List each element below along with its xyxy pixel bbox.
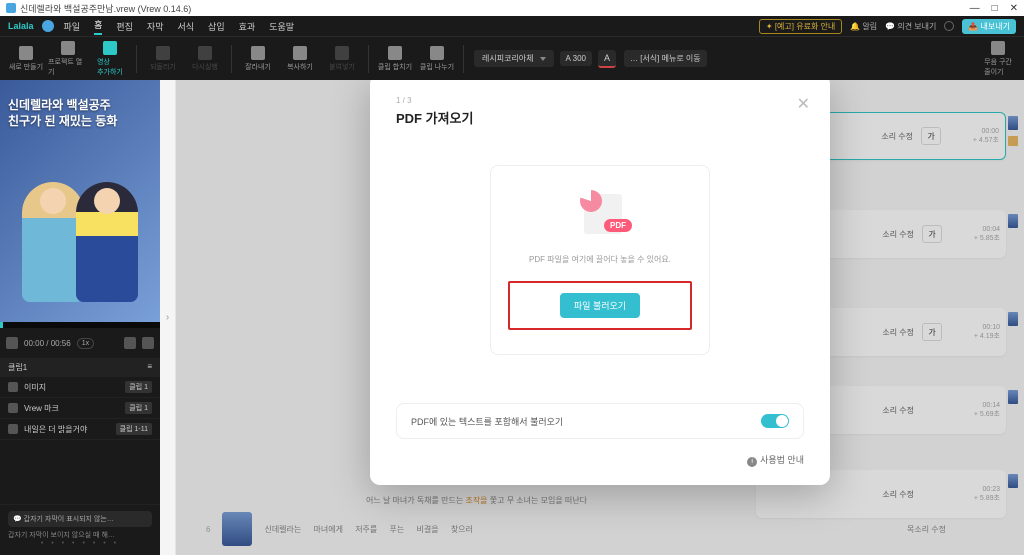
option-label: PDF에 있는 텍스트를 포함해서 불러오기 — [411, 415, 563, 428]
tool-redo: 다시실행 — [185, 39, 225, 79]
info-icon: i — [747, 457, 757, 467]
menu-effect[interactable]: 효과 — [239, 20, 256, 33]
brand: Lalala — [8, 21, 34, 31]
content-area: 소리 수정가00:00+ 4.57초소리 수정가00:04+ 5.85초소리 수… — [176, 80, 1024, 555]
paste-icon — [335, 46, 349, 60]
pdf-file-icon: PDF — [578, 190, 622, 234]
music-icon — [8, 424, 18, 434]
menu-format[interactable]: 서식 — [177, 20, 194, 33]
cut-icon — [251, 46, 265, 60]
silence-icon — [991, 41, 1005, 55]
window-minimize[interactable]: — — [970, 3, 980, 14]
modal-close-button[interactable]: ✕ — [797, 94, 810, 114]
pdf-import-modal: 1 / 3 PDF 가져오기 ✕ PDF PDF 파일을 여기에 끌어다 놓을 … — [370, 80, 830, 485]
tool-cut[interactable]: 잘라내기 — [238, 39, 278, 79]
user-avatar[interactable] — [42, 20, 54, 32]
tool-silence[interactable]: 무음 구간 줄이기 — [978, 39, 1018, 79]
menu-edit[interactable]: 편집 — [116, 20, 133, 33]
tool-copy[interactable]: 복사하기 — [280, 39, 320, 79]
speed-button[interactable]: 1x — [77, 338, 94, 349]
fullscreen-icon[interactable] — [142, 337, 154, 349]
modal-title: PDF 가져오기 — [396, 108, 804, 127]
tool-undo: 되돌리기 — [143, 39, 183, 79]
tool-split-clip[interactable]: 클립 나누기 — [417, 39, 457, 79]
menu-help[interactable]: 도움말 — [269, 20, 294, 33]
notice-bubble[interactable]: 💬 갑자기 자막이 표시되지 않는… — [8, 511, 152, 527]
notice-area: 💬 갑자기 자막이 표시되지 않는… 갑자기 자막이 보이지 않으실 때 해… … — [0, 504, 160, 555]
clip-list-header: 클립1 ≡ — [0, 358, 160, 377]
font-select[interactable]: 레시피코리아체 — [474, 50, 554, 67]
tool-new[interactable]: 새로 만들기 — [6, 39, 46, 79]
play-button[interactable] — [6, 337, 18, 349]
upgrade-chip[interactable]: ✦ [예고] 유료화 안내 — [759, 19, 842, 34]
panel-expand-handle[interactable]: › — [160, 80, 176, 555]
chevron-down-icon — [540, 57, 546, 61]
playbar[interactable] — [0, 322, 160, 328]
open-icon — [61, 41, 75, 55]
window-close[interactable]: ✕ — [1010, 3, 1018, 14]
font-color[interactable]: A — [598, 50, 616, 68]
toolbar: 새로 만들기 프로젝트 열기 영상 추가하기 되돌리기 다시실행 잘라내기 복사… — [0, 36, 1024, 80]
left-panel: 신데렐라와 백설공주 친구가 된 재밌는 동화 00:00 / 00:56 1x… — [0, 80, 160, 555]
video-preview[interactable]: 신데렐라와 백설공주 친구가 된 재밌는 동화 — [0, 80, 160, 322]
clip-row[interactable]: 내일은 더 밝을거야클립 1-11 — [0, 419, 160, 440]
app-icon — [6, 3, 16, 13]
clip-row[interactable]: Vrew 마크클립 1 — [0, 398, 160, 419]
menu-insert[interactable]: 삽입 — [208, 20, 225, 33]
window-titlebar: 신데렐라와 백설공주만남.vrew (Vrew 0.14.6) — □ ✕ — [0, 0, 1024, 16]
tool-open[interactable]: 프로젝트 열기 — [48, 39, 88, 79]
feedback-button[interactable]: 💬 의견 보내기 — [885, 21, 936, 32]
main: 신데렐라와 백설공주 친구가 된 재밌는 동화 00:00 / 00:56 1x… — [0, 80, 1024, 555]
load-file-button[interactable]: 파일 불러오기 — [560, 293, 640, 318]
notice-line: 갑자기 자막이 보이지 않으실 때 해… — [8, 530, 152, 540]
menu-file[interactable]: 파일 — [64, 20, 81, 33]
option-toggle[interactable] — [761, 414, 789, 428]
menubar: Lalala 파일 홈 편집 자막 서식 삽입 효과 도움말 ✦ [예고] 유료… — [0, 16, 1024, 36]
modal-step: 1 / 3 — [396, 96, 804, 105]
font-size[interactable]: A 300 — [560, 51, 592, 66]
add-video-icon — [103, 41, 117, 55]
tool-add-video[interactable]: 영상 추가하기 — [90, 39, 130, 79]
notify-button[interactable]: 🔔 알림 — [850, 21, 877, 32]
menu-subtitle[interactable]: 자막 — [147, 20, 164, 33]
player-controls: 00:00 / 00:56 1x — [0, 328, 160, 358]
player-time: 00:00 / 00:56 — [24, 339, 71, 348]
modal-overlay: 1 / 3 PDF 가져오기 ✕ PDF PDF 파일을 여기에 끌어다 놓을 … — [176, 80, 1024, 555]
preview-title: 신데렐라와 백설공주 친구가 된 재밌는 동화 — [0, 80, 125, 129]
image-icon — [8, 382, 18, 392]
undo-icon — [156, 46, 170, 60]
include-text-option[interactable]: PDF에 있는 텍스트를 포함해서 불러오기 — [396, 403, 804, 439]
tool-merge-clip[interactable]: 클립 합치기 — [375, 39, 415, 79]
clip-row[interactable]: 이미지클립 1 — [0, 377, 160, 398]
highlight-box: 파일 불러오기 — [508, 281, 692, 330]
list-menu-icon[interactable]: ≡ — [147, 362, 152, 373]
logo-icon — [8, 403, 18, 413]
theme-toggle-icon[interactable] — [944, 21, 954, 31]
copy-icon — [293, 46, 307, 60]
format-menu-link[interactable]: … [서식] 메뉴로 이동 — [624, 50, 707, 67]
notice-pager[interactable]: • • • • • • • • — [8, 540, 152, 549]
export-button[interactable]: 📤 내보내기 — [962, 19, 1016, 34]
window-maximize[interactable]: □ — [992, 3, 998, 14]
drop-hint: PDF 파일을 여기에 끌어다 놓을 수 있어요. — [529, 254, 671, 265]
tool-paste: 붙여넣기 — [322, 39, 362, 79]
usage-guide-button[interactable]: i사용법 안내 — [396, 453, 804, 467]
menu-home[interactable]: 홈 — [94, 18, 102, 35]
new-icon — [19, 46, 33, 60]
merge-icon — [388, 46, 402, 60]
pdf-drop-zone[interactable]: PDF PDF 파일을 여기에 끌어다 놓을 수 있어요. 파일 불러오기 — [490, 165, 710, 355]
clip-list: 클립1 ≡ 이미지클립 1 Vrew 마크클립 1 내일은 더 밝을거야클립 1… — [0, 358, 160, 504]
split-icon — [430, 46, 444, 60]
window-title: 신데렐라와 백설공주만남.vrew (Vrew 0.14.6) — [20, 2, 191, 15]
volume-icon[interactable] — [124, 337, 136, 349]
redo-icon — [198, 46, 212, 60]
